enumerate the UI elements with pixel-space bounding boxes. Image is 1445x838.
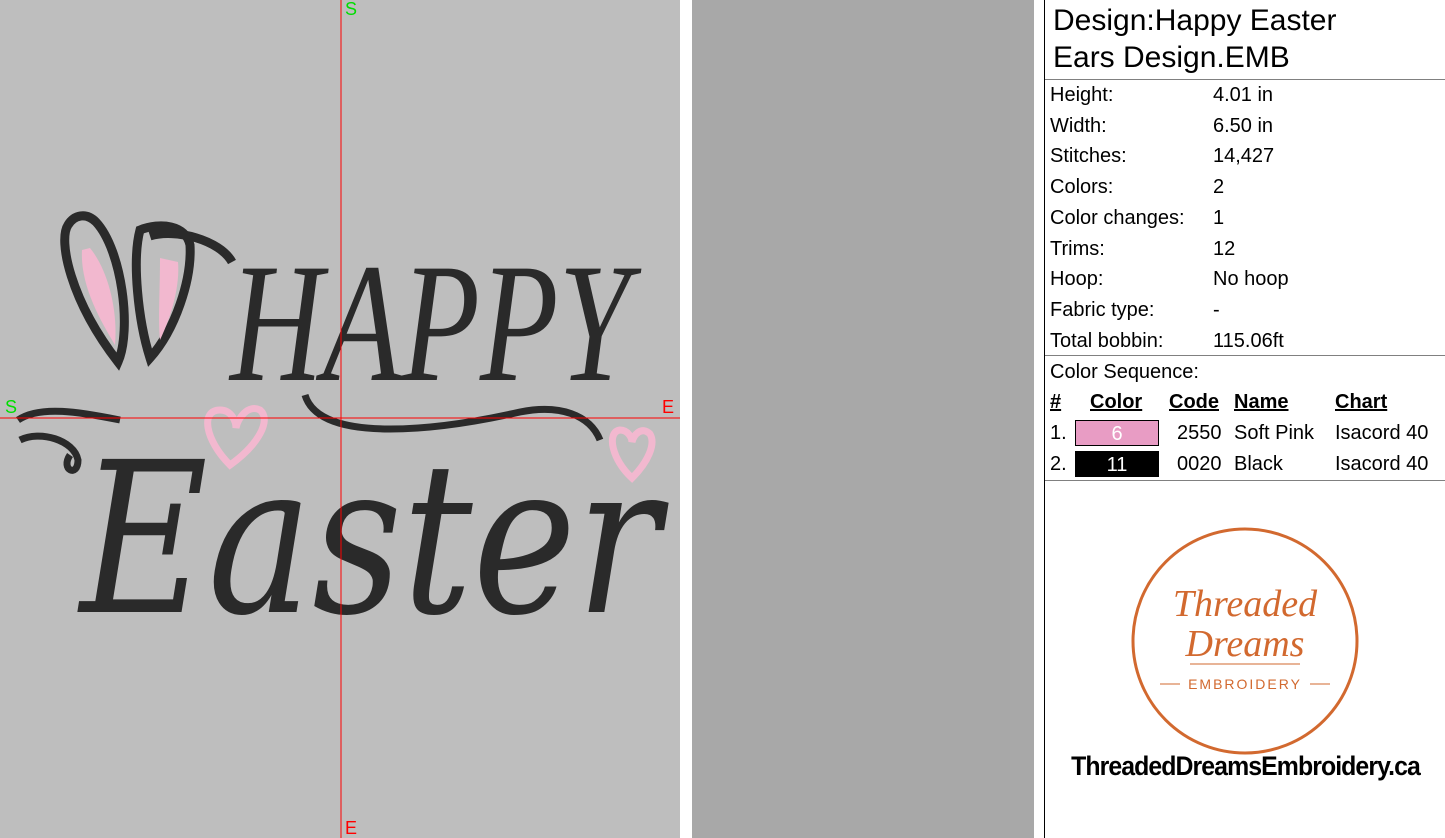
property-row: Height: 4.01 in	[1050, 80, 1445, 110]
axis-end-bottom: E	[345, 818, 358, 838]
logo-text-threaded: Threaded	[1173, 583, 1318, 625]
col-header-code: Code	[1169, 391, 1219, 413]
empty-workspace	[692, 0, 1034, 838]
logo-text-embroidery: EMBROIDERY	[1188, 676, 1302, 692]
property-label: Height:	[1050, 84, 1114, 106]
thread-name: Black	[1234, 453, 1283, 475]
thread-chart: Isacord 40	[1335, 453, 1429, 475]
property-value: 1	[1213, 206, 1225, 229]
color-swatch: 6	[1075, 420, 1159, 446]
property-value: 2	[1213, 176, 1225, 199]
property-value: 14,427	[1213, 145, 1275, 168]
design-canvas[interactable]: HAPPY Easter S S E E	[0, 0, 680, 838]
col-header-num: #	[1050, 391, 1062, 413]
thread-chart: Isacord 40	[1335, 422, 1429, 444]
property-row: Hoop: No hoop	[1050, 264, 1445, 294]
sequence-num: 1.	[1050, 422, 1067, 444]
property-row: Trims: 12	[1050, 234, 1445, 264]
logo-text-dreams: Dreams	[1185, 623, 1305, 665]
sequence-num: 2.	[1050, 453, 1067, 475]
color-swatch: 11	[1075, 451, 1159, 477]
property-row: Fabric type: -	[1050, 295, 1445, 325]
design-title-line1: Design:Happy Easter	[1053, 4, 1337, 37]
property-value: 4.01 in	[1213, 84, 1274, 106]
design-title: Design:Happy Easter Ears Design.EMB	[1053, 2, 1443, 76]
col-header-name: Name	[1234, 391, 1289, 413]
artwork-word-easter: Easter	[77, 417, 669, 662]
divider	[680, 0, 692, 838]
property-label: Width:	[1050, 114, 1107, 137]
embroidery-artwork: HAPPY Easter	[0, 0, 680, 838]
property-label: Colors:	[1050, 176, 1114, 199]
artwork-word-happy: HAPPY	[228, 229, 641, 417]
design-title-line2: Ears Design.EMB	[1053, 41, 1290, 74]
separator	[1045, 480, 1445, 481]
thread-code: 2550	[1177, 422, 1222, 444]
property-value: 6.50 in	[1213, 114, 1274, 137]
property-label: Total bobbin:	[1050, 329, 1164, 352]
property-value: -	[1213, 298, 1220, 321]
design-info-panel: Design:Happy Easter Ears Design.EMB Heig…	[1044, 0, 1445, 838]
separator	[1045, 355, 1445, 356]
divider	[1034, 0, 1044, 838]
axis-start-left: S	[5, 397, 18, 417]
col-header-chart: Chart	[1335, 391, 1388, 413]
property-value: 115.06ft	[1213, 329, 1284, 352]
brand-logo: Threaded Dreams EMBROIDERY	[1120, 516, 1370, 766]
thread-code: 0020	[1177, 453, 1222, 475]
color-sequence-label: Color Sequence:	[1050, 361, 1199, 383]
col-header-color: Color	[1090, 391, 1143, 413]
property-row: Stitches: 14,427	[1050, 141, 1445, 171]
property-label: Trims:	[1050, 237, 1105, 260]
thread-name: Soft Pink	[1234, 422, 1315, 444]
property-label: Hoop:	[1050, 268, 1104, 291]
axis-end-right: E	[662, 397, 675, 417]
property-label: Stitches:	[1050, 145, 1127, 168]
property-label: Color changes:	[1050, 206, 1185, 229]
property-value: No hoop	[1213, 268, 1289, 291]
axis-start-top: S	[345, 0, 358, 19]
property-label: Fabric type:	[1050, 298, 1155, 321]
property-row: Colors: 2	[1050, 172, 1445, 202]
property-row: Total bobbin: 115.06ft	[1050, 326, 1445, 356]
property-row: Width: 6.50 in	[1050, 111, 1445, 141]
website-text: ThreadedDreamsEmbroidery.ca	[1071, 751, 1421, 781]
property-value: 12	[1213, 237, 1236, 260]
bunny-ears-icon	[60, 211, 236, 371]
property-row: Color changes: 1	[1050, 203, 1445, 233]
